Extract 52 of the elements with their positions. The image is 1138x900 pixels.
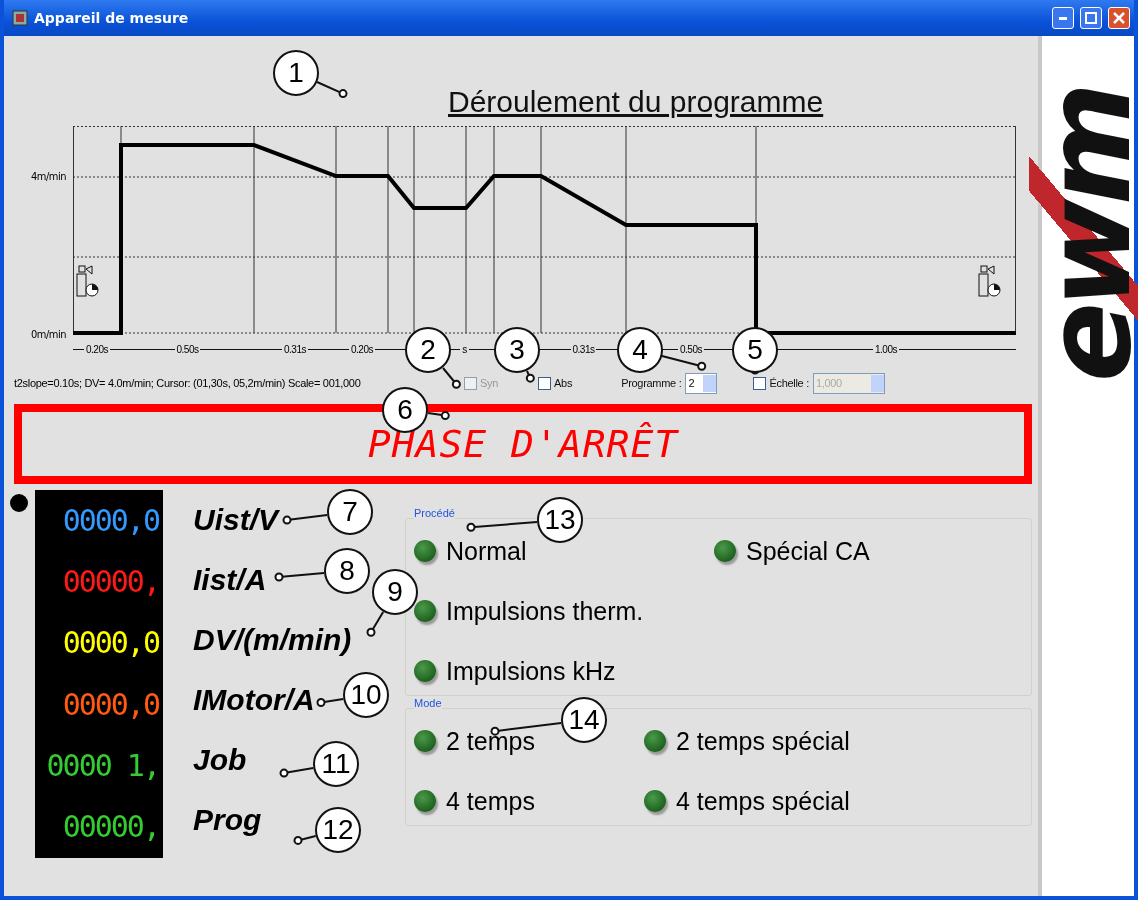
checkbox-label: Échelle : <box>769 377 809 389</box>
digital-reading: 00000, <box>62 812 159 843</box>
reading-label: DV/(m/min) <box>193 623 352 657</box>
maximize-icon <box>1085 12 1097 24</box>
option-label: 2 temps spécial <box>676 726 850 756</box>
option-label: Impulsions kHz <box>446 656 616 686</box>
spinner-label: Programme : <box>621 377 682 389</box>
window-title: Appareil de mesure <box>34 10 190 26</box>
duration-label: 0.20s <box>351 343 373 355</box>
checkbox-label: Abs <box>554 377 573 389</box>
digital-reading: 00000, <box>62 567 159 597</box>
reading-label: Prog <box>193 803 262 837</box>
option-label: Impulsions therm. <box>446 596 644 626</box>
duration-label: 0.20s <box>86 343 108 355</box>
group-title: Mode <box>414 697 442 709</box>
option-label: 4 temps <box>446 786 535 816</box>
minimize-button[interactable] <box>1052 7 1074 29</box>
status-text: t2slope=0.10s; DV= 4.0m/min; Cursor: (01,30s, 05,2m/min) Scale= 001,000 <box>14 377 361 389</box>
duration-label: 1.00s <box>875 343 897 355</box>
option-label: Spécial CA <box>746 536 870 566</box>
axis-label: 0m/min <box>31 328 66 341</box>
reading-label: IMotor/A <box>193 683 315 717</box>
duration-label: 0.50s <box>176 343 199 355</box>
duration-label: 0.50s <box>680 343 702 355</box>
app-icon <box>12 10 28 26</box>
duration-label: 0.31s <box>284 343 306 355</box>
digital-reading: 0000,0 <box>62 505 159 536</box>
option-label: 2 temps <box>446 726 535 756</box>
reading-label: Uist/V <box>193 503 279 537</box>
digital-reading: 0000,0 <box>62 628 159 659</box>
checkbox[interactable] <box>753 376 767 390</box>
chart-title: Déroulement du programme <box>448 84 825 120</box>
option-label: Normal <box>446 536 527 566</box>
close-icon <box>1113 12 1125 24</box>
minimize-icon <box>1059 16 1067 20</box>
duration-label: 0.31s <box>572 343 595 355</box>
number-spinner[interactable]: 2 <box>685 372 718 394</box>
maximize-button[interactable] <box>1080 7 1102 29</box>
option-label: 4 temps spécial <box>676 786 850 816</box>
checkbox[interactable] <box>538 376 552 390</box>
digital-reading: 0000,0 <box>62 689 159 720</box>
close-button[interactable] <box>1108 7 1130 29</box>
duration-label: s <box>462 343 467 355</box>
axis-label: 4m/min <box>31 170 66 183</box>
reading-label: Job <box>193 743 247 777</box>
gas-cylinder-icon <box>978 265 1001 297</box>
group-title: Procédé <box>414 507 455 519</box>
gas-cylinder-icon <box>76 265 99 297</box>
reading-label: Iist/A <box>193 563 267 597</box>
indicator-dot <box>10 494 28 512</box>
digital-reading: 0000 1, <box>46 750 159 781</box>
checkbox-label: Syn <box>480 377 499 389</box>
